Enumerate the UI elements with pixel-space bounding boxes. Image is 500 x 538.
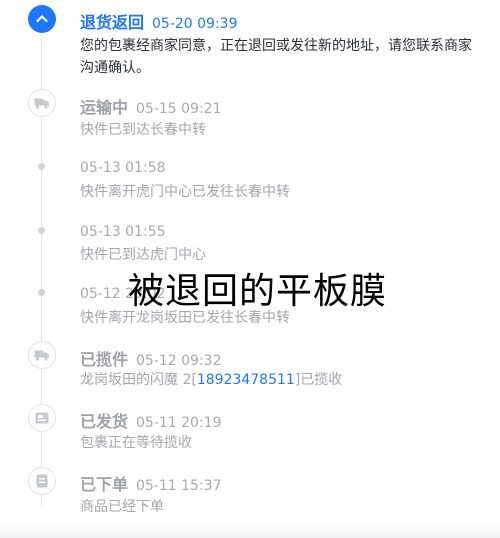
courier-text: 龙岗坂田的闪魔 2[ [80,372,197,388]
event-time: 05-13 01:55 [80,224,166,240]
package-icon [28,404,56,432]
event-status: 已发货 [80,412,129,431]
logistics-timeline-page: 退货返回 05-20 09:39 您的包裹经商家同意，正在退回或发往新的地址，请您… [0,0,500,538]
event-status: 已揽件 [80,350,129,369]
timeline-dot [38,163,45,170]
courier-text-suffix: ]已揽收 [294,372,343,388]
event-description: 快件离开虎门中心已发往长春中转 [80,184,290,200]
order-document-icon [28,467,56,495]
event-time: 05-15 09:21 [136,101,222,117]
event-time: 05-12 09:32 [136,353,222,369]
chevron-up-icon [28,5,56,33]
event-status: 运输中 [80,98,129,117]
timeline-dot [38,289,45,296]
truck-icon [28,89,56,117]
event-status: 退货返回 [80,13,145,32]
event-description: 您的包裹经商家同意，正在退回或发往新的地址，请您联系商家沟通确认。 [80,38,472,76]
courier-phone-link[interactable]: 18923478511 [197,372,295,388]
overlay-caption: 被退回的平板膜 [128,271,388,312]
event-time: 05-11 20:19 [136,415,222,431]
courier-truck-icon [28,341,56,369]
event-description: 商品已经下单 [80,499,164,515]
bottom-edge [0,524,500,538]
event-time: 05-13 01:58 [80,160,166,176]
event-time: 05-20 09:39 [152,16,238,32]
event-time: 05-11 15:37 [136,478,222,494]
event-description: 快件已到达长春中转 [80,122,206,138]
event-description: 包裹正在等待揽收 [80,435,192,451]
event-status: 已下单 [80,475,129,494]
event-description: 龙岗坂田的闪魔 2[18923478511]已揽收 [80,369,480,391]
timeline-dot [38,227,45,234]
